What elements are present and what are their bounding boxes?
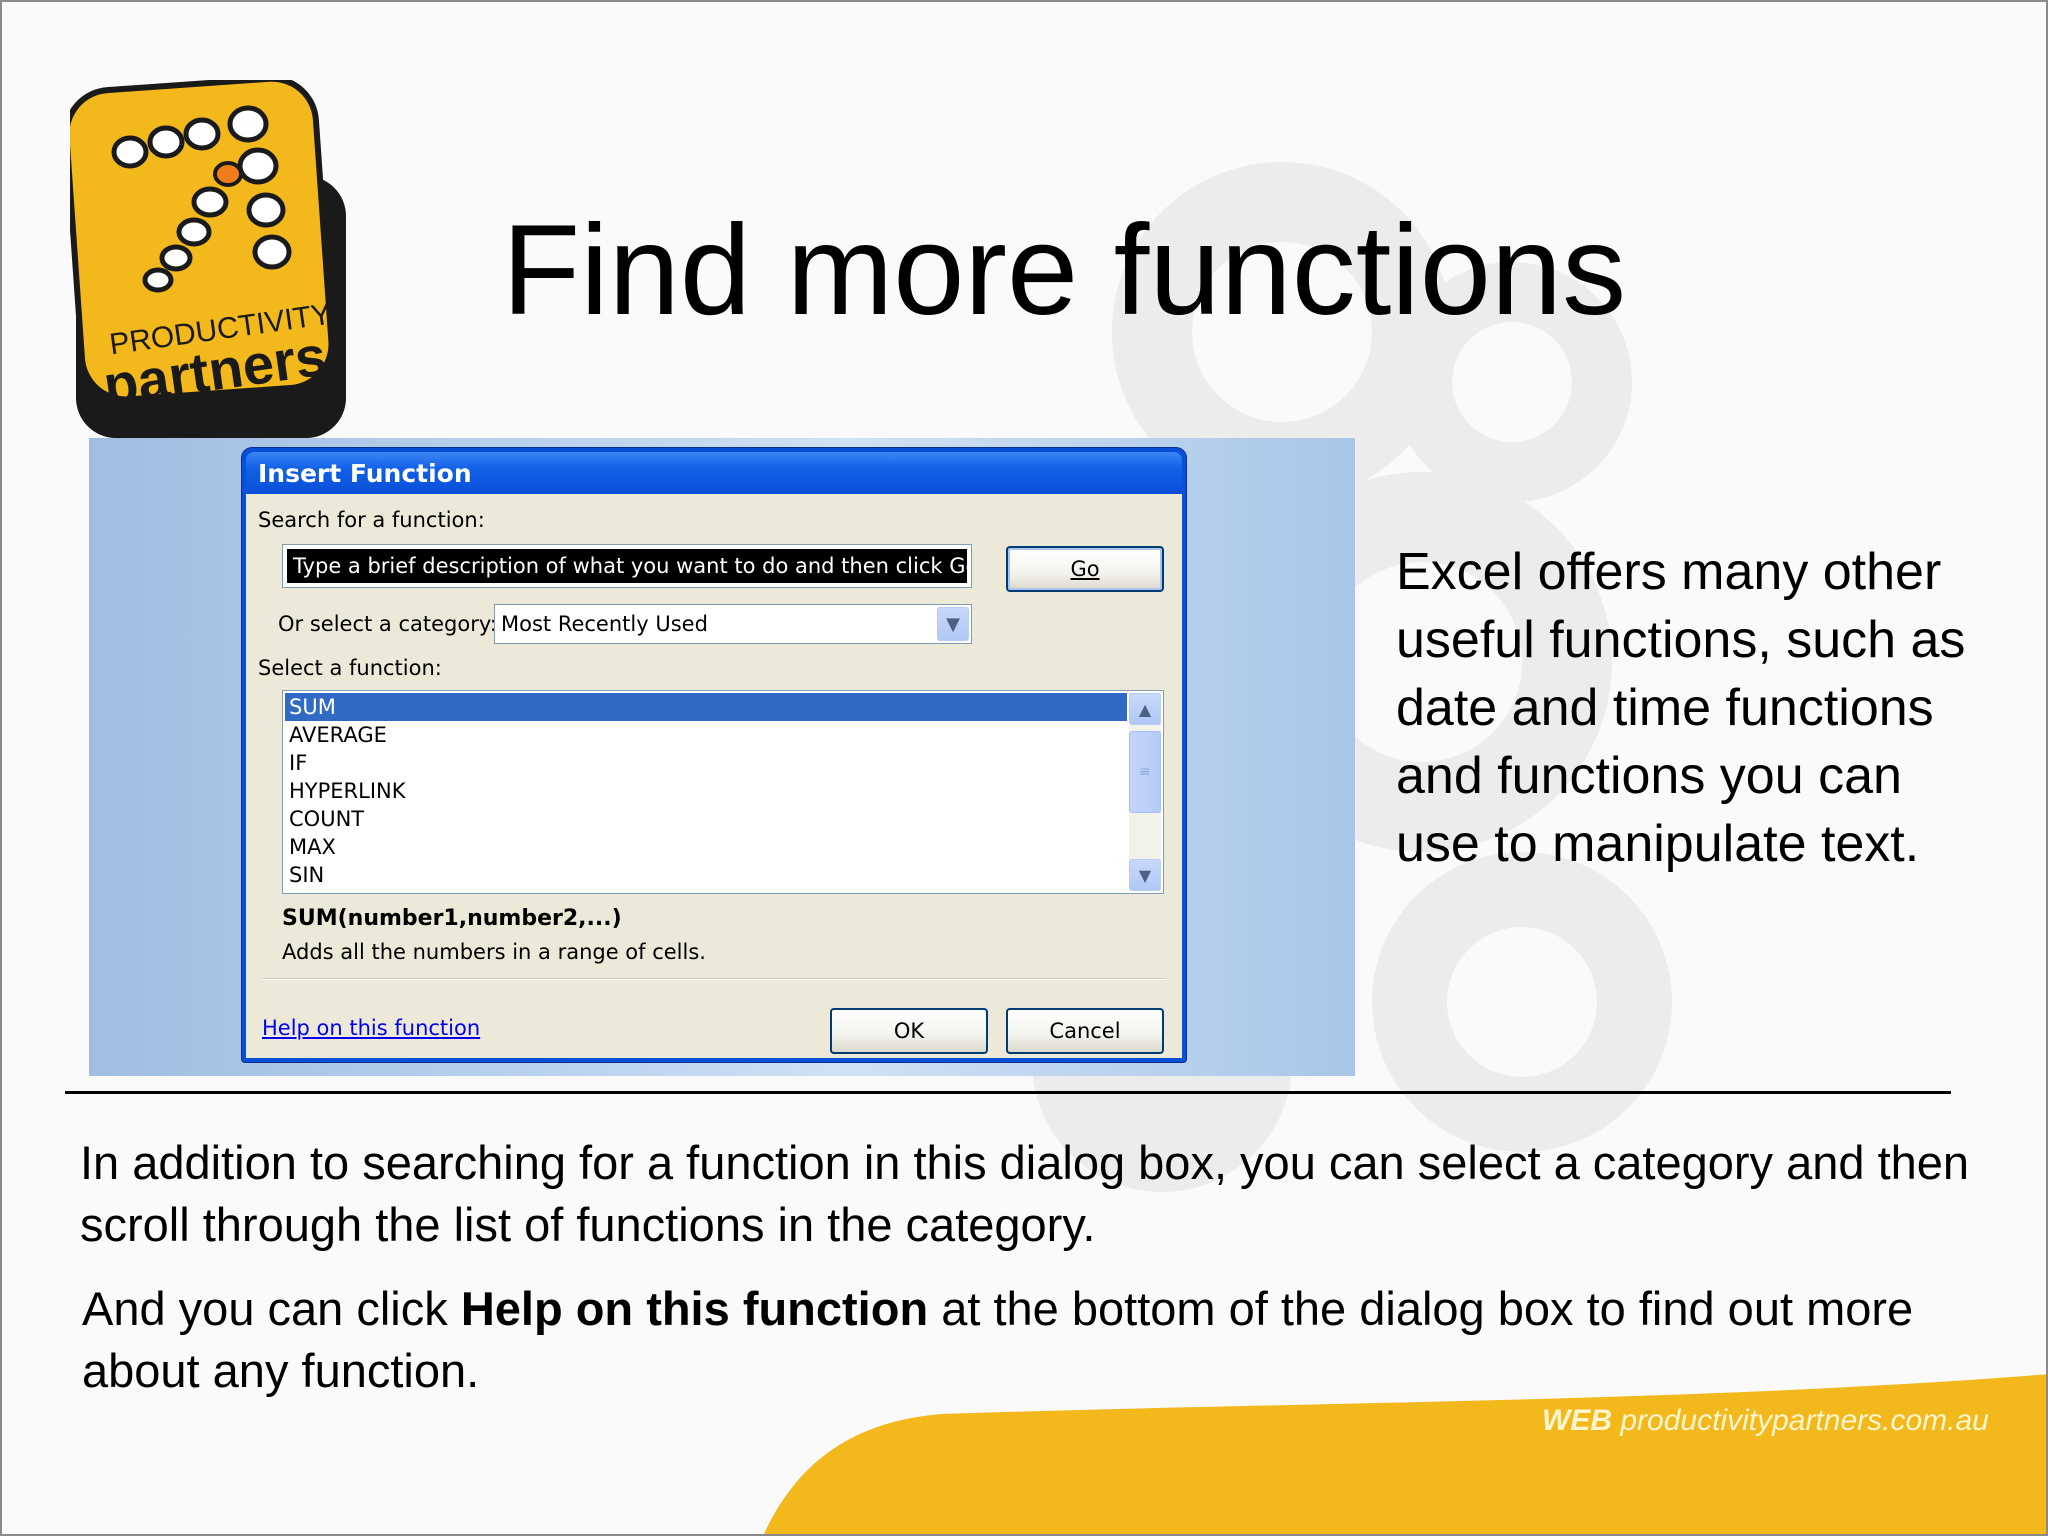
footer-url-text: productivitypartners.com.au <box>1620 1404 1989 1437</box>
footer-url: WEB productivitypartners.com.au <box>1542 1404 1989 1438</box>
footer-wave <box>763 1374 2046 1534</box>
slide: PRODUCTIVITY partners Find more function… <box>0 0 2048 1536</box>
footer-url-prefix: WEB <box>1542 1404 1612 1437</box>
